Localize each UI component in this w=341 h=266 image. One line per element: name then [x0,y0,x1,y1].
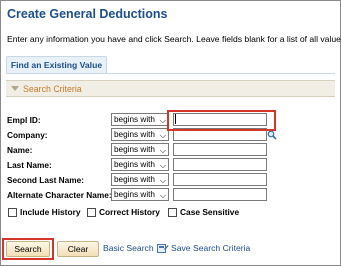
text-cursor [175,114,176,124]
operator-select-last-name[interactable]: begins with ⌵ [111,158,169,171]
operator-value: begins with [114,145,155,154]
page-title: Create General Deductions [7,7,168,21]
section-label: Search Criteria [23,83,82,94]
field-label-company: Company: [7,130,48,140]
instructions-text: Enter any information you have and click… [7,34,341,44]
field-label-second-last-name: Second Last Name: [7,175,84,185]
chevron-down-icon: ⌵ [159,161,166,170]
magnifier-icon[interactable] [267,130,277,140]
second-last-name-input[interactable] [173,173,267,186]
case-sensitive-option[interactable]: Case Sensitive [168,206,239,218]
name-input[interactable] [173,143,267,156]
field-label-alternate-character-name: Alternate Character Name: [7,190,112,200]
operator-select-company[interactable]: begins with ⌵ [111,128,169,141]
case-sensitive-label: Case Sensitive [180,207,240,217]
field-row-second-last-name: Second Last Name: begins with ⌵ [1,173,341,187]
tab-find-existing-value[interactable]: Find an Existing Value [6,56,107,73]
operator-value: begins with [114,190,155,199]
operator-value: begins with [114,130,155,139]
include-history-option[interactable]: Include History [8,206,81,218]
chevron-down-icon: ⌵ [159,191,166,200]
correct-history-label: Correct History [99,207,160,217]
case-sensitive-checkbox[interactable] [168,207,177,217]
correct-history-checkbox[interactable] [87,207,96,217]
operator-select-empl-id[interactable]: begins with ⌵ [111,113,169,126]
field-label-last-name: Last Name: [7,160,52,170]
page-frame: Create General Deductions Enter any info… [0,0,341,266]
search-criteria-header[interactable]: Search Criteria [6,80,335,97]
field-row-alternate-character-name: Alternate Character Name: begins with ⌵ [1,188,341,202]
operator-select-alternate-character-name[interactable]: begins with ⌵ [111,188,169,201]
search-button[interactable]: Search [6,241,50,257]
operator-select-name[interactable]: begins with ⌵ [111,143,169,156]
clear-button[interactable]: Clear [57,241,99,257]
correct-history-option[interactable]: Correct History [87,206,160,218]
operator-value: begins with [114,115,155,124]
chevron-down-icon: ⌵ [159,146,166,155]
basic-search-link[interactable]: Basic Search [103,243,154,253]
tab-divider [6,73,335,74]
last-name-input[interactable] [173,158,267,171]
operator-select-second-last-name[interactable]: begins with ⌵ [111,173,169,186]
collapse-caret-icon[interactable] [11,86,19,91]
field-row-last-name: Last Name: begins with ⌵ [1,158,341,172]
chevron-down-icon: ⌵ [159,176,166,185]
field-row-name: Name: begins with ⌵ [1,143,341,157]
include-history-label: Include History [20,207,81,217]
empl-id-highlight-box [167,110,276,131]
alternate-character-name-input[interactable] [173,188,267,201]
include-history-checkbox[interactable] [8,207,17,217]
chevron-down-icon: ⌵ [159,131,166,140]
chevron-down-icon: ⌵ [159,116,166,125]
operator-value: begins with [114,175,155,184]
save-search-criteria-link[interactable]: Save Search Criteria [171,243,250,253]
field-label-empl-id: Empl ID: [7,115,41,125]
save-search-icon[interactable] [157,242,169,254]
field-label-name: Name: [7,145,33,155]
operator-value: begins with [114,160,155,169]
